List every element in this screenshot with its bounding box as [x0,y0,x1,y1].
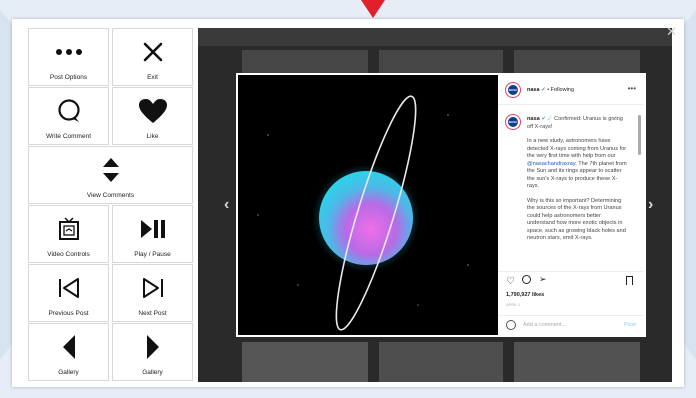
emoji-icon[interactable] [506,320,516,330]
caption-scrollbar[interactable] [638,115,641,155]
next-post-button[interactable]: Next Post [112,264,193,322]
more-options-icon[interactable]: ••• [628,84,636,93]
modal-previous-arrow[interactable]: ‹ [224,196,229,214]
arrow-right-icon [145,334,161,360]
share-icon[interactable]: ➢ [539,274,547,285]
heart-icon [138,98,168,124]
caption-username[interactable]: nasa [527,116,540,122]
gallery-previous-label: Gallery [58,368,79,376]
likes-count[interactable]: 1,790,927 likes [506,292,544,298]
play-pause-icon [140,216,166,242]
comment-bubble-icon [56,98,82,124]
play-pause-button[interactable]: Play / Pause [112,205,193,263]
modal-next-arrow[interactable]: › [648,196,653,214]
exit-label: Exit [147,73,158,81]
video-controls-button[interactable]: Video Controls [28,205,109,263]
post-author: nasa ✔ • Following [527,87,574,93]
pointer-arrow-indicator [361,0,385,18]
caption-avatar[interactable]: NASA [506,115,520,129]
caption-paragraph-2: Why is this so important? Determining th… [527,197,626,242]
post-age: APRIL 1 [506,302,521,307]
like-label: Like [146,132,159,140]
next-post-label: Next Post [138,309,167,317]
gallery-next-label: Gallery [142,368,163,376]
satellite-emoji-icon: ☄ [547,116,553,122]
avatar[interactable]: NASA [506,83,520,97]
more-dots-icon [55,39,83,65]
tv-icon [58,216,80,242]
comment-bar: Add a comment... Post [498,315,644,335]
arrow-left-icon [61,334,77,360]
bookmark-icon[interactable] [626,276,633,285]
control-panel: Post Options Exit Write Comment Like Vie… [28,28,196,382]
like-button[interactable]: Like [112,87,193,145]
previous-post-button[interactable]: Previous Post [28,264,109,322]
gallery-next-button[interactable]: Gallery [112,323,193,381]
modal-close-icon[interactable]: ✕ [666,24,677,40]
action-bar: ♡ ➢ 1,790,927 likes APRIL 1 [498,271,644,313]
caption-headline: nasa ✔ ☄ Confirmed: Uranus is giving off… [527,116,627,131]
up-down-arrows-icon [102,157,120,183]
write-comment-label: Write Comment [45,132,92,140]
post-options-label: Post Options [49,73,88,81]
post-header: NASA nasa ✔ • Following ••• [498,75,644,105]
heart-outline-icon[interactable]: ♡ [506,276,515,287]
close-icon [143,39,163,65]
exit-button[interactable]: Exit [112,28,193,86]
gallery-previous-button[interactable]: Gallery [28,323,109,381]
comment-icon[interactable] [522,275,531,284]
post-image [238,75,498,335]
post-sidebar: NASA nasa ✔ • Following ••• NASA nasa ✔ … [498,75,644,335]
previous-post-label: Previous Post [48,309,89,317]
mention-link[interactable]: @nasachandraxray [527,161,575,167]
skip-previous-icon [58,275,80,301]
caption-paragraph-1: In a new study, astronomers have detecte… [527,138,627,189]
video-controls-label: Video Controls [47,250,90,258]
follow-status[interactable]: • Following [547,87,574,93]
caption: nasa ✔ ☄ Confirmed: Uranus is giving off… [527,116,627,250]
post-comment-button[interactable]: Post [624,322,636,328]
comment-input[interactable]: Add a comment... [523,322,566,328]
play-pause-label: Play / Pause [134,250,171,258]
post-options-button[interactable]: Post Options [28,28,109,86]
skip-next-icon [142,275,164,301]
author-username[interactable]: nasa [527,87,540,93]
view-comments-label: View Comments [86,191,135,199]
view-comments-button[interactable]: View Comments [28,146,193,204]
profile-header-bar [198,28,672,46]
write-comment-button[interactable]: Write Comment [28,87,109,145]
verified-icon: ✔ [541,87,546,93]
verified-icon: ✔ [541,116,546,122]
